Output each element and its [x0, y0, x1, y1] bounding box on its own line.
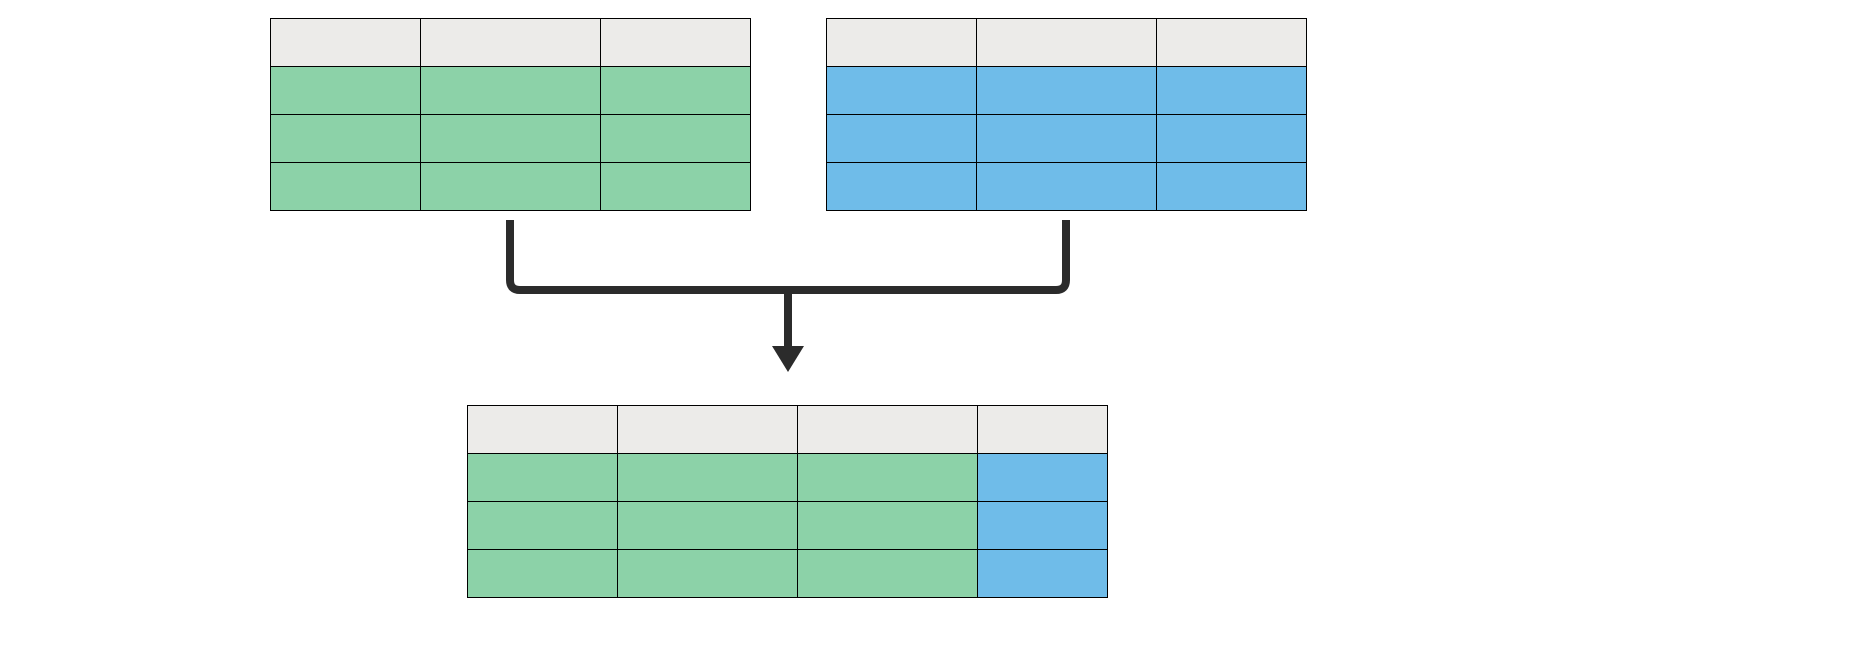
table-row: [271, 19, 751, 67]
table-row: [271, 67, 751, 115]
table-row: [468, 406, 1108, 454]
table-top-right: [826, 18, 1307, 211]
table-row: [468, 454, 1108, 502]
table-row: [827, 115, 1307, 163]
table-row: [827, 19, 1307, 67]
table-top-left: [270, 18, 751, 211]
table-row: [271, 163, 751, 211]
table-row: [827, 67, 1307, 115]
table-row: [827, 163, 1307, 211]
table-row: [468, 550, 1108, 598]
diagram-canvas: [0, 0, 1872, 660]
table-bottom: [467, 405, 1108, 598]
table-row: [468, 502, 1108, 550]
table-row: [271, 115, 751, 163]
